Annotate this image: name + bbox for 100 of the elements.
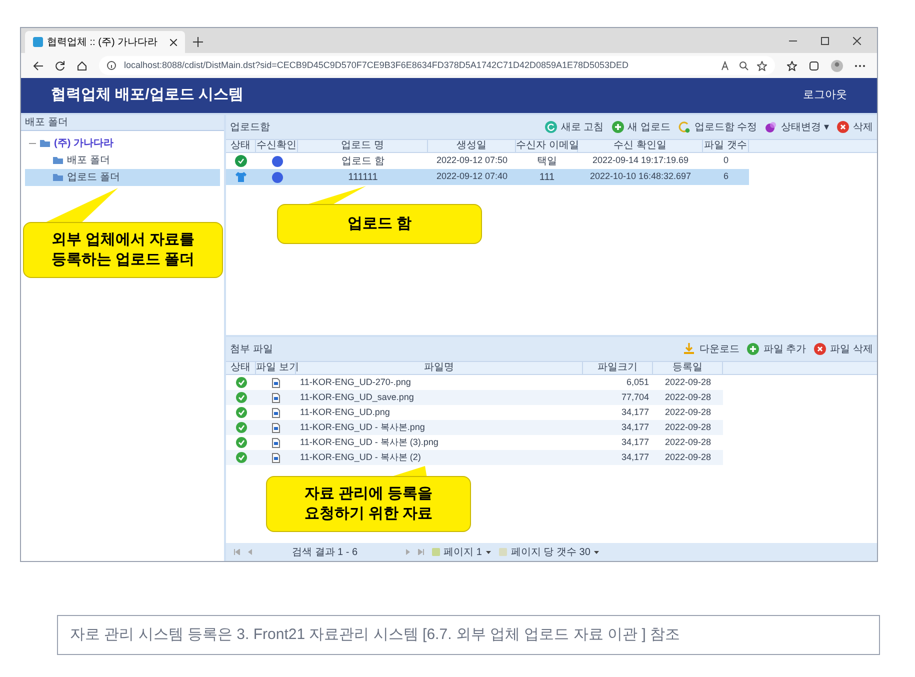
column-header[interactable]: 수신 확인일	[578, 140, 703, 152]
table-cell-text: 11-KOR-ENG_UD.png	[299, 406, 391, 419]
table-cell-text: 택일	[536, 154, 558, 168]
check-icon	[236, 422, 246, 433]
table-cell-text: 2022-09-12 07:40	[435, 170, 509, 184]
table-cell-text: 2022-09-28	[664, 420, 712, 434]
tree-item[interactable]: 배포 폴더	[25, 152, 220, 169]
tab-title: 협력업체 :: (주) 가나다라	[47, 36, 159, 50]
zoom-icon[interactable]	[739, 60, 749, 70]
logout-link[interactable]: 로그아웃	[803, 87, 847, 104]
table-cell-text: 6,051	[625, 376, 650, 389]
column-header[interactable]: 생성일	[428, 140, 516, 152]
table-cell-text: 2022-09-28	[664, 376, 712, 389]
page-dropdown[interactable]: 페이지 1	[432, 544, 491, 560]
table-cell-text: 업로드 함	[340, 154, 386, 168]
add-button[interactable]: 새 업로드	[612, 120, 670, 134]
shirt-icon	[235, 171, 247, 183]
download-button[interactable]: 다운로드	[683, 342, 740, 356]
table-cell-text: 11-KOR-ENG_UD - 복사본 (2)	[299, 450, 422, 464]
tree-item[interactable]: 업로드 폴더	[25, 169, 220, 186]
new-tab-icon[interactable]	[193, 37, 203, 47]
ok-status-icon	[235, 155, 247, 167]
list-icon	[498, 548, 507, 556]
table-cell-text: 11-KOR-ENG_UD - 복사본.png	[299, 420, 426, 434]
column-header[interactable]: 수신자 이메일	[516, 140, 578, 152]
caption: 자로 관리 시스템 등록은 3. Front21 자료관리 시스템 [6.7. 외부 업체 업로드 자료 이관 ] 참조	[70, 624, 680, 645]
image-file-icon[interactable]	[272, 422, 280, 432]
table-cell-text: 11-KOR-ENG_UD_save.png	[299, 390, 415, 404]
table-cell-text: 6	[722, 170, 730, 184]
result-count: 검색 결과 1 - 6	[292, 546, 358, 560]
status-change-icon	[765, 121, 778, 133]
add-button[interactable]: 파일 추가	[747, 342, 806, 356]
favorite-icon[interactable]	[757, 60, 767, 70]
table-cell-text: 11-KOR-ENG_UD - 복사본 (3).png	[299, 436, 440, 449]
image-file-icon[interactable]	[272, 378, 280, 388]
panel-title: 업로드함	[230, 120, 271, 134]
image-file-icon[interactable]	[272, 392, 280, 402]
panel-title: 첨부 파일	[230, 342, 274, 356]
favorites-icon[interactable]	[787, 60, 797, 70]
column-header[interactable]: 파일명	[296, 362, 583, 374]
column-header[interactable]: 등록일	[653, 362, 723, 374]
table-cell-text: 2022-09-14 19:17:19.69	[591, 154, 690, 168]
more-icon[interactable]	[855, 64, 865, 68]
download-icon	[683, 343, 696, 355]
delete-button[interactable]: 삭제	[837, 120, 873, 134]
maximize-icon[interactable]	[821, 37, 829, 45]
column-header[interactable]: 상태	[226, 362, 256, 374]
panel-title: 배포 폴더	[25, 116, 68, 130]
reload-icon[interactable]	[55, 60, 65, 70]
browser-tab[interactable]: 협력업체 :: (주) 가나다라	[25, 31, 185, 53]
delete-icon	[837, 121, 849, 133]
callout-text: 업로드 함	[347, 214, 412, 234]
edit-button[interactable]: 업로드함 수정	[678, 120, 758, 134]
refresh-icon	[544, 121, 557, 133]
home-icon[interactable]	[77, 60, 87, 70]
column-header[interactable]: 파일크기	[583, 362, 653, 374]
address-bar[interactable]: localhost:8088/cdist/DistMain.dst?sid=CECB9D45C9D570F7CE9B3F6E8634FD378D5A1742C71D42D0859A1E78D5053DED	[99, 56, 775, 75]
table-cell-text: 111	[538, 170, 556, 184]
table-cell-text: 77,704	[620, 390, 650, 404]
column-header[interactable]: 상태	[226, 140, 256, 152]
image-file-icon[interactable]	[272, 438, 280, 448]
table-cell-text: 2022-10-10 16:48:32.697	[588, 170, 692, 184]
column-header[interactable]: 파일 갯수	[703, 140, 749, 152]
column-header[interactable]: 파일 보기	[256, 362, 296, 374]
table-cell-text: 111111	[347, 170, 379, 184]
image-file-icon[interactable]	[272, 452, 280, 462]
close-icon[interactable]	[853, 37, 861, 45]
collapse-icon[interactable]	[29, 140, 36, 147]
table-cell-text: 34,177	[620, 420, 650, 434]
read-aloud-icon[interactable]	[721, 60, 731, 70]
table-cell-text: 2022-09-28	[664, 406, 712, 419]
refresh-button[interactable]: 새로 고침	[544, 120, 604, 134]
table-cell-text: 34,177	[620, 436, 650, 449]
page-icon	[432, 548, 440, 556]
column-header[interactable]: 수신확인	[256, 140, 298, 152]
status-button[interactable]: 상태변경 ▾	[765, 120, 829, 134]
check-icon	[236, 452, 246, 463]
table-cell-text: 2022-09-12 07:50	[435, 154, 509, 168]
add-icon	[612, 121, 624, 133]
callout-text: 외부 업체에서 자료를 등록하는 업로드 폴더	[51, 230, 195, 270]
app-title: 협력업체 배포/업로드 시스템	[51, 85, 244, 106]
table-cell-text: 2022-09-28	[664, 450, 712, 464]
table-row[interactable]: 111111 2022-09-12 07:40 111 2022-10-10 16:48:32.697 6	[226, 169, 749, 185]
add-icon	[747, 343, 760, 355]
image-file-icon[interactable]	[272, 408, 280, 418]
collections-icon[interactable]	[809, 60, 819, 70]
profile-icon[interactable]	[831, 60, 843, 72]
delete-icon	[814, 343, 826, 355]
info-icon	[107, 61, 116, 70]
table-cell-text: 2022-09-28	[664, 390, 712, 404]
caret-icon	[486, 550, 491, 554]
delete-button[interactable]: 파일 삭제	[814, 342, 873, 356]
back-icon[interactable]	[33, 60, 43, 70]
table-cell-text: 34,177	[620, 450, 650, 464]
page-size-dropdown[interactable]: 페이지 당 갯수 30	[498, 544, 600, 560]
close-icon[interactable]	[170, 38, 177, 46]
column-header[interactable]: 업로드 명	[298, 140, 428, 152]
tree-item[interactable]: (주) 가나다라	[25, 135, 220, 152]
table-cell-text: 0	[722, 154, 730, 168]
callout-text: 자료 관리에 등록을 요청하기 위한 자료	[304, 484, 433, 524]
